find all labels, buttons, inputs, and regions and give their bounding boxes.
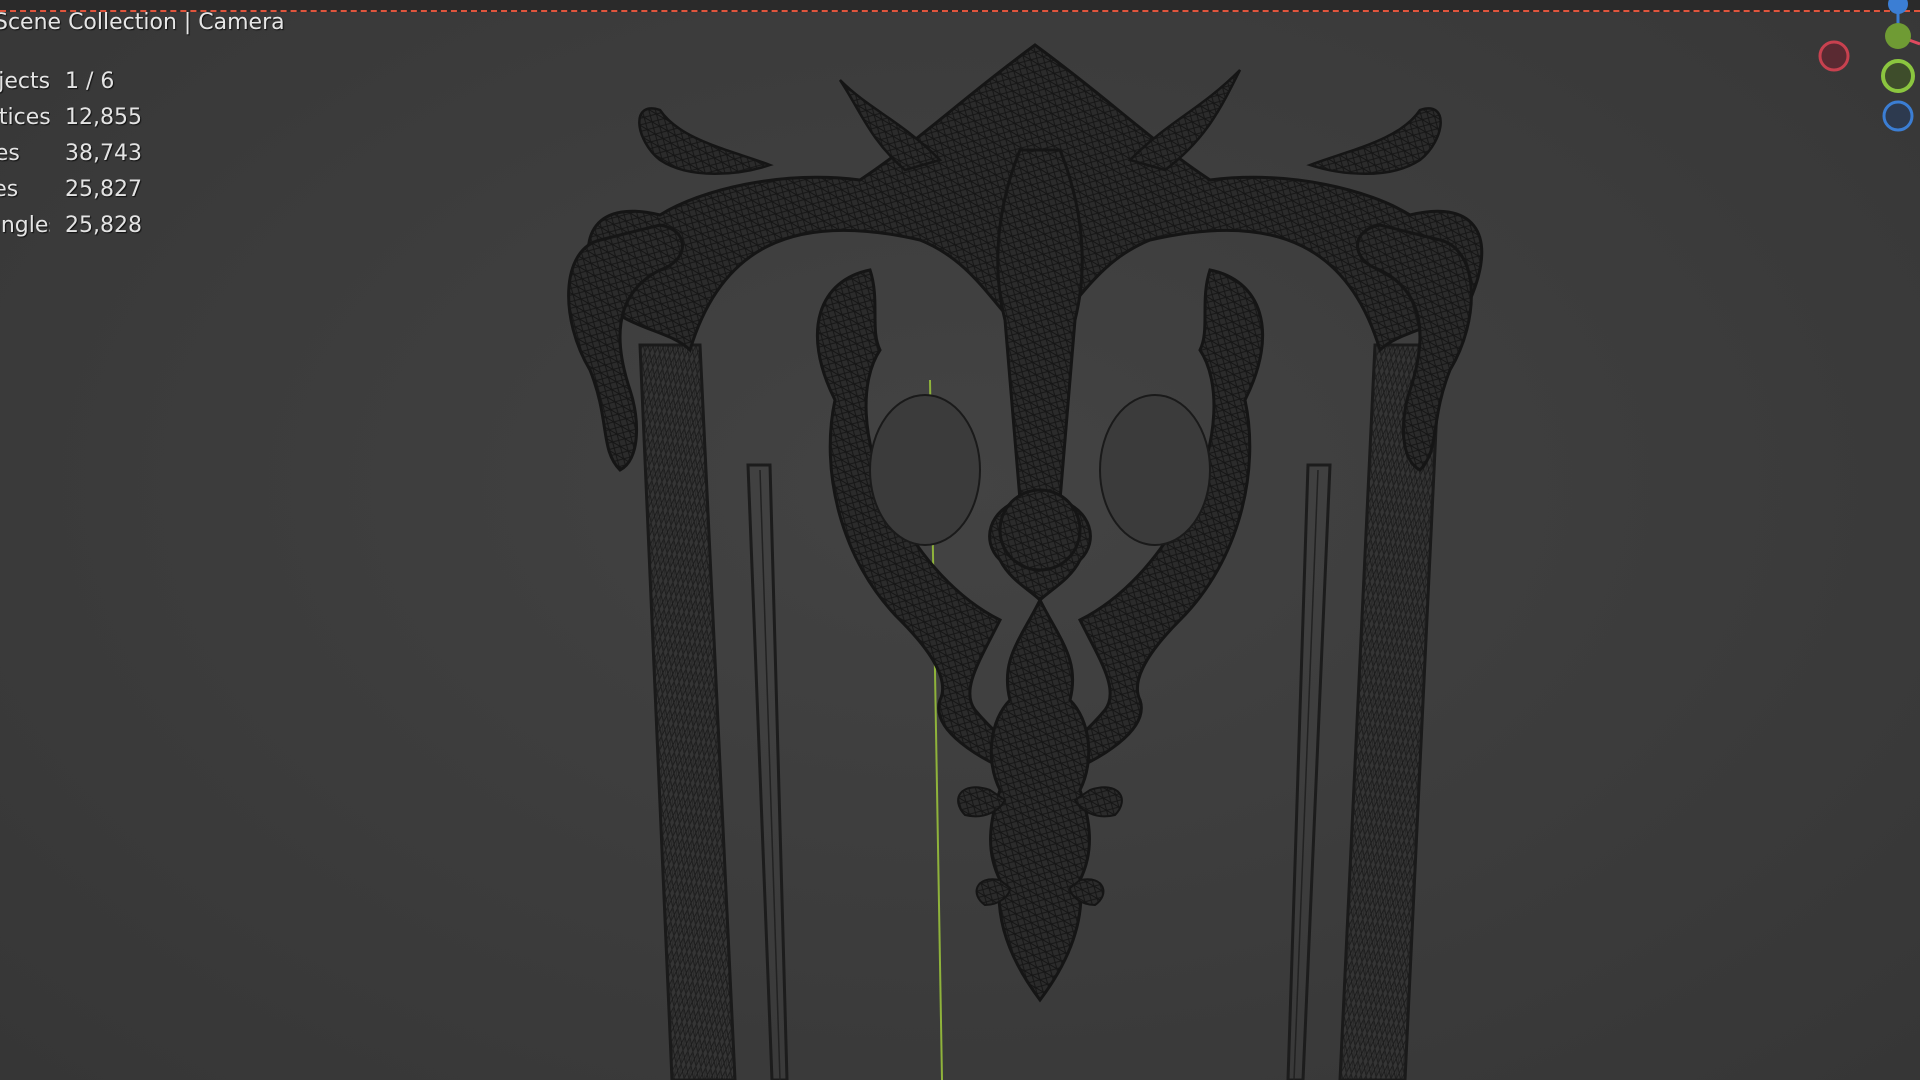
left-inner-rail-edge bbox=[759, 469, 781, 1080]
left-outer-leg bbox=[638, 343, 737, 1080]
crest-leaf-left bbox=[838, 79, 943, 172]
left-inner-rail bbox=[746, 463, 789, 1080]
crest-curl-left bbox=[638, 107, 774, 175]
right-inner-rail bbox=[1286, 463, 1332, 1080]
center-knob bbox=[998, 488, 1082, 572]
crest-curl-right bbox=[1306, 107, 1442, 175]
gizmo-neg-x-circle[interactable] bbox=[1818, 40, 1850, 72]
wireframe-chair-back-mesh[interactable] bbox=[0, 0, 1920, 1080]
crest-leaf-right bbox=[1127, 69, 1242, 172]
navigation-gizmo[interactable] bbox=[1800, 0, 1920, 140]
3d-viewport[interactable]: Scene Collection | Camera Objects 1 / 6 … bbox=[0, 0, 1920, 1080]
right-splat-opening bbox=[1099, 394, 1211, 546]
left-splat-opening bbox=[869, 394, 981, 546]
gizmo-neg-y-circle[interactable] bbox=[1881, 59, 1915, 93]
gizmo-z-circle[interactable] bbox=[1888, 0, 1908, 14]
gizmo-y-circle[interactable] bbox=[1885, 23, 1911, 49]
gizmo-neg-z-circle[interactable] bbox=[1882, 100, 1914, 132]
